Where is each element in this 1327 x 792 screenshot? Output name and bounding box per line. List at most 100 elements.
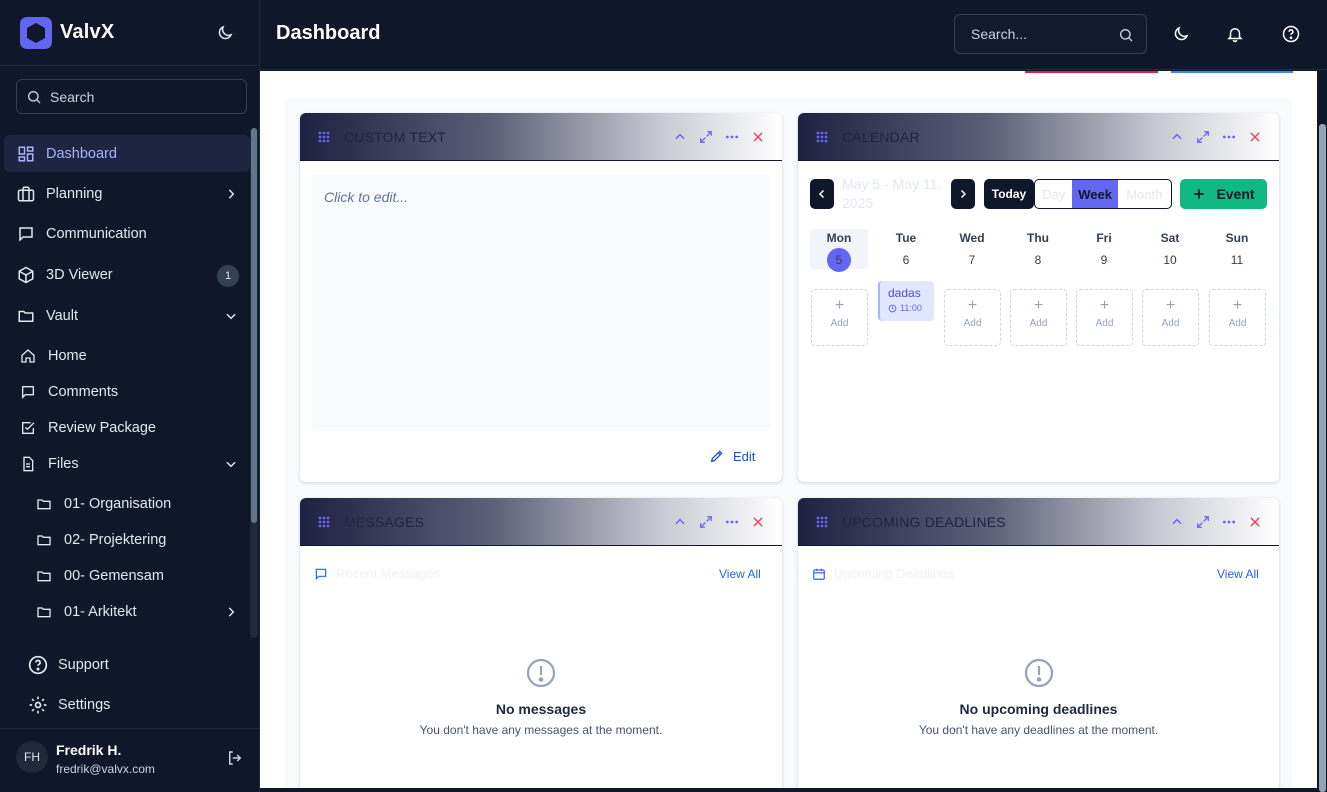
add-slot-thu[interactable]: + Add bbox=[1010, 289, 1067, 346]
day-header-sat[interactable]: Sat 10 bbox=[1141, 229, 1199, 269]
day-header-tue[interactable]: Tue 6 bbox=[877, 229, 935, 269]
close-icon[interactable] bbox=[1248, 130, 1262, 144]
sidebar-item-label: 3D Viewer bbox=[46, 267, 113, 283]
logout-icon[interactable] bbox=[226, 749, 244, 767]
day-header-mon[interactable]: Mon 5 bbox=[810, 229, 868, 272]
chevron-down-icon[interactable] bbox=[224, 309, 238, 323]
sidebar-item-home[interactable]: Home bbox=[18, 346, 87, 366]
sidebar-item-label: Review Package bbox=[48, 420, 156, 436]
expand-icon[interactable] bbox=[1196, 515, 1210, 529]
chevron-down-icon[interactable] bbox=[224, 457, 238, 471]
custom-text-area[interactable]: Click to edit... bbox=[312, 175, 770, 431]
expand-icon[interactable] bbox=[1196, 130, 1210, 144]
sidebar-scrollbar-thumb[interactable] bbox=[251, 128, 257, 523]
sidebar-item-3d-viewer[interactable]: 3D Viewer bbox=[16, 265, 113, 285]
sidebar-item-review-package[interactable]: Review Package bbox=[18, 418, 156, 438]
sidebar-item-dashboard[interactable]: Dashboard bbox=[4, 135, 250, 172]
widget-header[interactable]: UPCOMING DEADLINES bbox=[798, 498, 1279, 546]
more-icon[interactable] bbox=[725, 515, 739, 529]
bell-icon[interactable] bbox=[1226, 25, 1244, 43]
add-event-button[interactable]: Event bbox=[1180, 179, 1267, 209]
sidebar-item-folder-organisation[interactable]: 01- Organisation bbox=[34, 494, 171, 514]
view-all-deadlines-link[interactable]: View All bbox=[1217, 567, 1259, 581]
support-label: Support bbox=[58, 657, 109, 673]
sidebar-item-folder-projektering[interactable]: 02- Projektering bbox=[34, 530, 166, 550]
avatar[interactable]: FH bbox=[16, 741, 48, 773]
edit-button[interactable]: Edit bbox=[709, 448, 755, 464]
more-icon[interactable] bbox=[1222, 130, 1236, 144]
sidebar-item-vault[interactable]: Vault bbox=[16, 306, 78, 326]
sidebar-item-folder-gemensam[interactable]: 00- Gemensam bbox=[34, 566, 164, 586]
theme-toggle-icon[interactable] bbox=[1172, 25, 1190, 43]
add-slot-mon[interactable]: + Add bbox=[811, 289, 868, 346]
chevron-right-icon[interactable] bbox=[224, 187, 238, 201]
view-week-button[interactable]: Week bbox=[1072, 180, 1118, 208]
help-circle-icon bbox=[28, 655, 48, 675]
day-date: 7 bbox=[968, 253, 976, 267]
sidebar-search-input[interactable]: Search bbox=[16, 79, 247, 114]
sidebar-item-settings[interactable]: Settings bbox=[28, 695, 110, 715]
folder-icon bbox=[16, 306, 36, 326]
help-icon[interactable] bbox=[1282, 25, 1300, 43]
day-header-wed[interactable]: Wed 7 bbox=[943, 229, 1001, 269]
sidebar-item-comments[interactable]: Comments bbox=[18, 382, 118, 402]
add-slot-sat[interactable]: + Add bbox=[1142, 289, 1199, 346]
main-scrollbar-thumb[interactable] bbox=[1319, 124, 1326, 792]
calendar-icon bbox=[813, 568, 825, 580]
close-icon[interactable] bbox=[1248, 515, 1262, 529]
add-slot-wed[interactable]: + Add bbox=[944, 289, 1001, 346]
sidebar-item-support[interactable]: Support bbox=[28, 655, 109, 675]
drag-handle-icon[interactable] bbox=[816, 131, 828, 143]
delete-button-edge[interactable] bbox=[1025, 71, 1158, 73]
prev-week-button[interactable] bbox=[810, 179, 834, 209]
brand[interactable]: ValvX bbox=[0, 0, 259, 66]
day-name: Sat bbox=[1160, 231, 1180, 245]
drag-handle-icon[interactable] bbox=[816, 516, 828, 528]
sidebar-item-communication[interactable]: Communication bbox=[16, 224, 147, 244]
view-month-button[interactable]: Month bbox=[1118, 180, 1171, 208]
add-slot-fri[interactable]: + Add bbox=[1076, 289, 1133, 346]
calendar-event[interactable]: dadas 11:00 bbox=[878, 281, 934, 321]
collapse-icon[interactable] bbox=[673, 130, 687, 144]
sidebar-item-label: Dashboard bbox=[46, 145, 117, 162]
folder-icon bbox=[34, 566, 54, 586]
drag-handle-icon[interactable] bbox=[318, 131, 330, 143]
date-range: May 5 - May 11, 2025 bbox=[842, 175, 941, 213]
view-all-messages-link[interactable]: View All bbox=[719, 567, 761, 581]
drag-handle-icon[interactable] bbox=[318, 516, 330, 528]
sidebar-item-files[interactable]: Files bbox=[18, 454, 79, 474]
close-icon[interactable] bbox=[751, 515, 765, 529]
today-button[interactable]: Today bbox=[984, 179, 1034, 209]
view-day-button[interactable]: Day bbox=[1035, 180, 1072, 208]
sidebar-item-folder-arkitekt[interactable]: 01- Arkitekt bbox=[34, 602, 137, 622]
day-header-sun[interactable]: Sun 11 bbox=[1208, 229, 1266, 269]
view-switcher: Day Week Month bbox=[1034, 179, 1172, 209]
expand-icon[interactable] bbox=[699, 515, 713, 529]
collapse-icon[interactable] bbox=[1170, 130, 1184, 144]
sidebar-item-label: 02- Projektering bbox=[64, 532, 167, 548]
chevron-right-icon bbox=[960, 189, 967, 199]
widget-header[interactable]: CALENDAR bbox=[798, 113, 1279, 161]
day-header-fri[interactable]: Fri 9 bbox=[1075, 229, 1133, 269]
widget-header[interactable]: CUSTOM TEXT bbox=[300, 113, 782, 161]
chevron-right-icon[interactable] bbox=[224, 605, 238, 619]
primary-button-edge[interactable] bbox=[1171, 71, 1293, 73]
header-search-input[interactable]: Search... bbox=[954, 14, 1147, 54]
more-icon[interactable] bbox=[725, 130, 739, 144]
folder-icon bbox=[34, 530, 54, 550]
expand-icon[interactable] bbox=[699, 130, 713, 144]
next-week-button[interactable] bbox=[951, 179, 975, 209]
collapse-icon[interactable] bbox=[673, 515, 687, 529]
day-header-thu[interactable]: Thu 8 bbox=[1009, 229, 1067, 269]
collapse-icon[interactable] bbox=[1170, 515, 1184, 529]
add-slot-sun[interactable]: + Add bbox=[1209, 289, 1266, 346]
theme-toggle-icon[interactable] bbox=[216, 24, 234, 42]
folder-icon bbox=[34, 602, 54, 622]
more-icon[interactable] bbox=[1222, 515, 1236, 529]
widget-header[interactable]: MESSAGES bbox=[300, 498, 782, 546]
close-icon[interactable] bbox=[751, 130, 765, 144]
today-date-badge: 5 bbox=[827, 248, 851, 272]
date-range-line-1: May 5 - May 11, bbox=[842, 176, 942, 192]
chevron-left-icon bbox=[818, 189, 825, 199]
sidebar-item-planning[interactable]: Planning bbox=[16, 184, 102, 204]
